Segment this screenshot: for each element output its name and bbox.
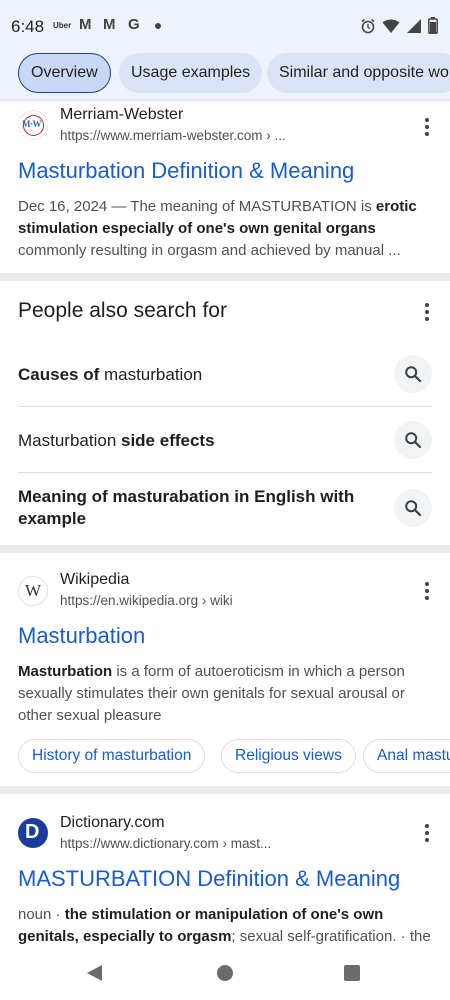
result-snippet: Dec 16, 2024 — The meaning of MASTURBATI… — [18, 198, 417, 259]
signal-icon — [407, 18, 421, 33]
site-name[interactable]: Wikipedia — [60, 571, 129, 589]
tab-overview[interactable]: Overview — [18, 53, 111, 93]
battery-icon — [428, 17, 438, 34]
related-search-label: Meaning of masturabation in English with… — [18, 487, 355, 528]
wikipedia-favicon-icon: W — [18, 576, 48, 606]
back-triangle-icon[interactable] — [87, 965, 102, 981]
merriam-webster-favicon-icon: M·W — [18, 110, 48, 140]
related-search-causes[interactable]: Causes of masturbation — [18, 355, 432, 395]
more-notifications-dot-icon — [155, 23, 161, 29]
site-url[interactable]: https://www.merriam-webster.com › ... — [60, 128, 286, 143]
home-circle-icon[interactable] — [217, 965, 233, 981]
search-icon[interactable] — [394, 355, 432, 393]
more-vert-icon[interactable] — [424, 824, 430, 844]
related-search-label: Causes of masturbation — [18, 365, 203, 384]
status-right-icons — [360, 17, 438, 34]
tab-similar-and-opposite[interactable]: Similar and opposite wo — [267, 53, 450, 93]
status-bar: 6:48 Uber M M G — [0, 0, 450, 50]
status-time: 6:48 — [11, 17, 45, 36]
list-divider — [18, 472, 432, 473]
result-snippet: Masturbation is a form of autoeroticism … — [18, 663, 405, 724]
more-vert-icon[interactable] — [424, 303, 430, 323]
wifi-icon — [382, 19, 400, 33]
related-search-meaning[interactable]: Meaning of masturabation in English with… — [18, 486, 432, 532]
related-search-label: Masturbation side effects — [18, 431, 215, 450]
site-url[interactable]: https://en.wikipedia.org › wiki — [60, 593, 233, 608]
alarm-icon — [361, 18, 375, 33]
chip-anal[interactable]: Anal mastu — [363, 739, 450, 773]
result-snippet: noun · the stimulation or manipulation o… — [18, 906, 431, 945]
system-nav-bar — [0, 950, 450, 1000]
google-notification-icon: G — [128, 16, 140, 33]
site-name[interactable]: Merriam-Webster — [60, 106, 183, 124]
result-title-link[interactable]: MASTURBATION Definition & Meaning — [18, 866, 400, 892]
chip-religious-views[interactable]: Religious views — [221, 739, 356, 773]
dictionary-favicon-icon: D — [18, 818, 48, 848]
more-vert-icon[interactable] — [424, 582, 430, 602]
uber-notification-icon: Uber — [53, 21, 72, 30]
search-icon[interactable] — [394, 489, 432, 527]
site-name[interactable]: Dictionary.com — [60, 814, 165, 832]
result-title-link[interactable]: Masturbation — [18, 623, 145, 649]
section-divider — [0, 545, 450, 553]
tab-usage-examples[interactable]: Usage examples — [119, 53, 263, 93]
list-divider — [18, 406, 432, 407]
tabs-shadow — [0, 99, 450, 103]
search-icon[interactable] — [394, 421, 432, 459]
related-search-side-effects[interactable]: Masturbation side effects — [18, 421, 432, 461]
gmail-notification-icon: M — [79, 16, 92, 33]
chip-history[interactable]: History of masturbation — [18, 739, 206, 773]
result-title-link[interactable]: Masturbation Definition & Meaning — [18, 158, 354, 184]
section-title: People also search for — [18, 299, 227, 322]
section-divider — [0, 786, 450, 794]
recents-square-icon[interactable] — [344, 965, 360, 981]
tabs-bar: Overview Usage examples Similar and oppo… — [0, 50, 450, 100]
gmail-notification-icon: M — [103, 16, 116, 33]
site-url[interactable]: https://www.dictionary.com › mast... — [60, 836, 271, 851]
section-divider — [0, 273, 450, 281]
more-vert-icon[interactable] — [424, 118, 430, 138]
